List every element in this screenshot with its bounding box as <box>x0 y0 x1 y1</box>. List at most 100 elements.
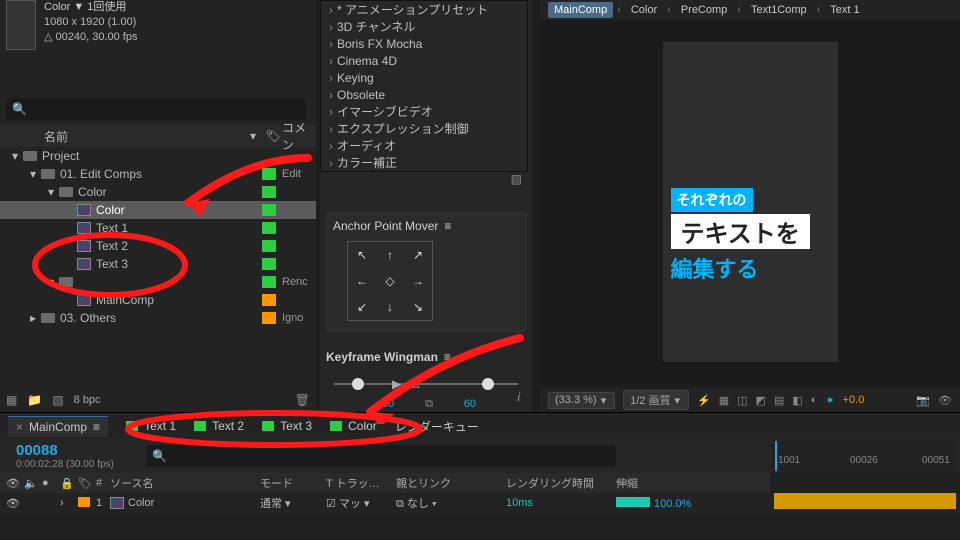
layer-eye-icon[interactable]: 👁 <box>0 497 18 510</box>
speaker-icon[interactable]: 🔈 <box>18 477 36 490</box>
label-icon[interactable]: 🏷 <box>264 129 282 143</box>
tree-row[interactable]: MainComp <box>0 291 316 309</box>
timeline-tab[interactable]: Text 1 <box>126 419 176 433</box>
sort-arrow-icon[interactable]: ▾ <box>242 129 264 143</box>
tree-row[interactable]: ▾Project <box>0 147 316 165</box>
link-icon[interactable]: ⧉ <box>425 398 433 411</box>
blend-mode-dropdown[interactable]: 通常 ▾ <box>260 498 291 510</box>
effects-category[interactable]: ›オーディオ <box>321 137 527 154</box>
label-swatch[interactable] <box>262 240 276 252</box>
viewer-tab[interactable]: Text 1 <box>824 2 865 18</box>
disclosure-icon[interactable]: ▾ <box>46 275 56 289</box>
lock-icon[interactable]: 🔒 <box>54 477 72 490</box>
label-swatch[interactable] <box>262 258 276 270</box>
region-of-interest-icon[interactable]: ◫ <box>737 394 747 407</box>
composition-canvas[interactable]: それぞれの テキストを 編集する <box>663 42 838 362</box>
viewer-canvas-area[interactable]: それぞれの テキストを 編集する <box>540 20 960 384</box>
effects-category[interactable]: ›Keying <box>321 69 527 86</box>
layer-duration-bar[interactable] <box>774 493 956 509</box>
label-swatch[interactable] <box>262 294 276 306</box>
anchor-cell-2[interactable]: ↗ <box>404 242 432 268</box>
layer-label-swatch[interactable] <box>78 497 90 507</box>
timeline-search[interactable]: 🔍 <box>146 445 616 467</box>
viewer-tab[interactable]: MainComp <box>548 2 613 18</box>
snapshot-icon[interactable]: 📷 <box>916 394 930 407</box>
layer-stretch[interactable]: 100.0% <box>654 498 691 510</box>
close-tab-icon[interactable]: × <box>16 420 23 434</box>
grid-icon[interactable]: ▤ <box>774 394 784 407</box>
channel-icon[interactable]: ◐ <box>811 394 818 406</box>
parent-dropdown[interactable]: ⧉ なし ▾ <box>396 498 437 510</box>
timeline-tab[interactable]: × MainComp ≡ <box>8 416 108 437</box>
tree-row[interactable]: Text 3 <box>0 255 316 273</box>
anchor-cell-5[interactable]: → <box>404 268 432 294</box>
project-search-input[interactable] <box>31 101 306 118</box>
tree-row[interactable]: ▾01. Edit CompsEdit <box>0 165 316 183</box>
exposure-value[interactable]: +0.0 <box>843 394 865 406</box>
effects-category[interactable]: ›* アニメーションプリセット <box>321 1 527 18</box>
anchor-cell-0[interactable]: ↖ <box>348 242 376 268</box>
tree-row[interactable]: Text 1 <box>0 219 316 237</box>
ease-slider[interactable]: ▶ ⧖ <box>334 374 518 394</box>
show-snapshot-icon[interactable]: 👁 <box>938 394 952 407</box>
ease-in-knob[interactable] <box>352 378 364 390</box>
label-swatch[interactable] <box>262 168 276 180</box>
tree-row[interactable]: ▸03. OthersIgno <box>0 309 316 327</box>
effects-category[interactable]: ›3D チャンネル <box>321 18 527 35</box>
panel-menu-icon[interactable]: ≡ <box>444 219 451 233</box>
anchor-cell-8[interactable]: ↘ <box>404 294 432 320</box>
label-swatch[interactable] <box>262 312 276 324</box>
anchor-cell-3[interactable]: ← <box>348 268 376 294</box>
ease-out-knob[interactable] <box>482 378 494 390</box>
effects-category[interactable]: ›イマーシブビデオ <box>321 103 527 120</box>
effects-category[interactable]: ›エクスプレッション制御 <box>321 120 527 137</box>
zoom-dropdown[interactable]: (33.3 %) ▾ <box>548 392 615 409</box>
viewer-tab[interactable]: PreComp <box>675 2 733 18</box>
toggle-transparency-icon[interactable]: ▦ <box>719 394 729 407</box>
current-time[interactable]: 00088 0:00:02;28 (30.00 fps) <box>0 442 140 470</box>
label-swatch[interactable] <box>262 222 276 234</box>
toggle-mask-icon[interactable]: ◩ <box>756 394 766 407</box>
timeline-tab[interactable]: レンダーキュー <box>395 418 479 435</box>
reset-exposure-icon[interactable]: ✶ <box>825 394 834 407</box>
panel-menu-icon[interactable]: ≡ <box>93 420 100 434</box>
timeline-tab[interactable]: Color <box>330 419 377 433</box>
disclosure-icon[interactable]: ▾ <box>10 149 20 163</box>
info-icon[interactable]: i <box>517 390 520 404</box>
viewer-tab[interactable]: Color <box>625 2 663 18</box>
label-swatch[interactable] <box>262 150 276 162</box>
layer-disclosure-icon[interactable]: › <box>54 497 72 509</box>
anchor-cell-4[interactable]: ◇ <box>376 268 404 294</box>
tree-row[interactable]: Text 2 <box>0 237 316 255</box>
solo-icon[interactable]: ● <box>36 477 54 489</box>
effects-category[interactable]: ›カラー補正 <box>321 154 527 171</box>
timeline-tab[interactable]: Text 3 <box>262 419 312 433</box>
label-swatch[interactable] <box>262 186 276 198</box>
label-swatch[interactable] <box>262 276 276 288</box>
col-name[interactable]: 名前 <box>0 128 242 145</box>
tree-row[interactable]: Color <box>0 201 316 219</box>
disclosure-icon[interactable]: ▸ <box>28 311 38 325</box>
tree-row[interactable]: ▾Renc <box>0 273 316 291</box>
anchor-cell-7[interactable]: ↓ <box>376 294 404 320</box>
label-icon[interactable]: 🏷 <box>72 477 90 490</box>
fast-preview-icon[interactable]: ⚡ <box>697 394 711 407</box>
trkmat-dropdown[interactable]: ☑ マッ ▾ <box>326 498 370 510</box>
resolution-dropdown[interactable]: 1/2 画質 ▾ <box>623 390 689 410</box>
disclosure-icon[interactable]: ▾ <box>46 185 56 199</box>
effects-category[interactable]: ›Boris FX Mocha <box>321 35 527 52</box>
label-swatch[interactable] <box>262 204 276 216</box>
guides-icon[interactable]: ◧ <box>792 394 802 407</box>
disclosure-icon[interactable]: ▾ <box>28 167 38 181</box>
new-folder-icon[interactable]: 📁 <box>27 393 42 407</box>
project-search[interactable]: 🔍 <box>6 98 306 120</box>
timeline-tab[interactable]: Text 2 <box>194 419 244 433</box>
anchor-cell-6[interactable]: ↙ <box>348 294 376 320</box>
new-comp-icon[interactable]: ▧ <box>52 393 63 407</box>
viewer-tab[interactable]: Text1Comp <box>745 2 813 18</box>
anchor-cell-1[interactable]: ↑ <box>376 242 404 268</box>
new-comp-shortcut-icon[interactable]: ▧ <box>511 172 522 190</box>
bpc-toggle[interactable]: 8 bpc <box>74 394 101 406</box>
tree-row[interactable]: ▾Color <box>0 183 316 201</box>
time-ruler[interactable]: 1001 00026 00051 <box>772 441 956 471</box>
